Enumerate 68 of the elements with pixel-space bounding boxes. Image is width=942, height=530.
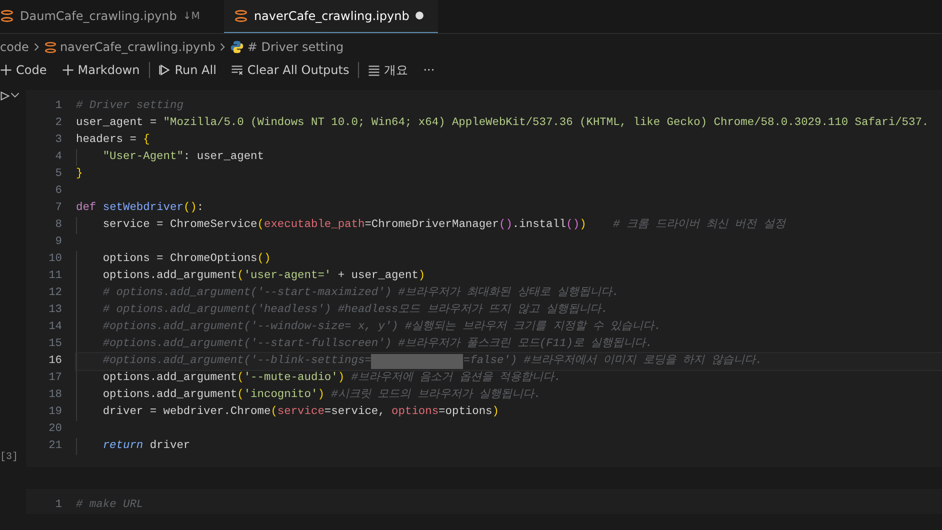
line-number: 7 <box>54 201 62 216</box>
chevron-down-icon <box>10 90 20 100</box>
line-number: 1 <box>54 498 62 513</box>
code-line: driver = webdriver.Chrome(service=service, options=options) <box>102 404 499 420</box>
code-line: options.add_argument('user-agent=' + user_agent) <box>102 268 426 284</box>
clear-all-icon <box>231 64 244 76</box>
plus-icon <box>0 64 12 76</box>
line-number: 13 <box>48 303 62 318</box>
python-icon <box>230 40 244 54</box>
code-line: # Driver setting <box>76 98 184 114</box>
line-number: 6 <box>54 184 62 199</box>
line-number: 21 <box>48 439 62 454</box>
more-button[interactable]: ··· <box>417 59 441 81</box>
line-number: 5 <box>54 167 62 182</box>
code-line: service = ChromeService(executable_path=ChromeDriverManager().install()) # 크롬 드라이버 최신 버전 설정 <box>102 218 786 233</box>
run-all-button[interactable]: Run All <box>152 59 222 81</box>
code-line: =false') #브라우저에서 이미지 로딩을 하지 않습니다. <box>463 354 762 369</box>
add-code-button[interactable]: Code <box>0 59 53 81</box>
notebook-icon <box>0 9 14 23</box>
code-line: #options.add_argument('--start-fullscreen') #브라우저가 풀스크린 모드(F11)로 실행됩니다. <box>102 336 652 352</box>
breadcrumb-item[interactable]: naverCafe_crawling.ipynb <box>60 38 216 56</box>
chevron-right-icon <box>32 42 41 52</box>
notebook-icon <box>44 40 57 54</box>
notebook-icon <box>234 8 248 22</box>
line-number: 18 <box>48 388 62 403</box>
outline-button[interactable]: 개요 <box>362 59 414 81</box>
add-markdown-button[interactable]: Markdown <box>56 59 146 81</box>
line-number: 9 <box>54 235 62 250</box>
breadcrumb-item[interactable]: code <box>0 38 29 56</box>
file-tab[interactable]: naverCafe_crawling.ipynb <box>224 0 438 33</box>
clear-outputs-button[interactable]: Clear All Outputs <box>225 59 356 81</box>
unsaved-dot-icon <box>415 11 424 20</box>
line-number: 16 <box>48 354 62 369</box>
line-number: 4 <box>54 150 62 165</box>
code-line: # make URL <box>76 498 144 513</box>
code-line: headers = { <box>76 132 150 148</box>
git-status: ↓M <box>182 10 200 24</box>
chevron-right-icon <box>218 42 228 52</box>
code-line: } <box>76 166 83 182</box>
code-line: #options.add_argument('--window-size= x, y') #실행되는 브라우저 크기를 지정할 수 있습니다. <box>102 320 661 335</box>
line-number: 12 <box>48 286 62 301</box>
code-line: # options.add_argument('--start-maximized') #브라우저가 최대화된 상태로 실행됩니다. <box>102 286 619 301</box>
line-number: 14 <box>48 320 62 335</box>
line-number: 8 <box>54 218 62 233</box>
line-number: 20 <box>48 422 62 437</box>
line-number: 17 <box>48 371 62 386</box>
code-line: return driver <box>102 438 190 454</box>
plus-icon <box>62 64 74 76</box>
code-line: options.add_argument('--mute-audio') #브라우저에 음소거 옵션을 적용합니다. <box>102 370 561 386</box>
code-line: options.add_argument('incognito') #시크릿 모드의 브라우저가 실행됩니다. <box>102 388 541 403</box>
run-cell-icon <box>0 90 10 102</box>
code-line: def setWebdriver(): <box>76 200 204 216</box>
breadcrumb-item[interactable]: # Driver setting <box>247 38 344 56</box>
line-number: 19 <box>48 405 62 420</box>
code-line: "User-Agent": user_agent <box>102 150 264 165</box>
code-line: user_agent = "Mozilla/5.0 (Windows NT 10.0; Win64; x64) AppleWebKit/537.36 (KHTML, like Gecko) Chrome/58.0.3029.110 Safari/537. <box>76 116 929 131</box>
line-number: 2 <box>54 116 62 131</box>
line-number: 11 <box>48 269 62 284</box>
line-number: 10 <box>48 252 62 267</box>
line-number: 3 <box>54 133 62 148</box>
line-number: 15 <box>48 337 62 352</box>
code-line: #options.add_argument('--blink-settings= <box>102 354 372 369</box>
list-icon <box>368 64 380 76</box>
execution-count: [3] <box>0 450 20 465</box>
run-icon <box>158 64 171 76</box>
line-number: 1 <box>54 99 62 114</box>
code-line: options = ChromeOptions() <box>102 252 271 267</box>
code-line: # options.add_argument('headless') #headless모드 브라우저가 뜨지 않고 실행됩니다. <box>102 302 608 318</box>
